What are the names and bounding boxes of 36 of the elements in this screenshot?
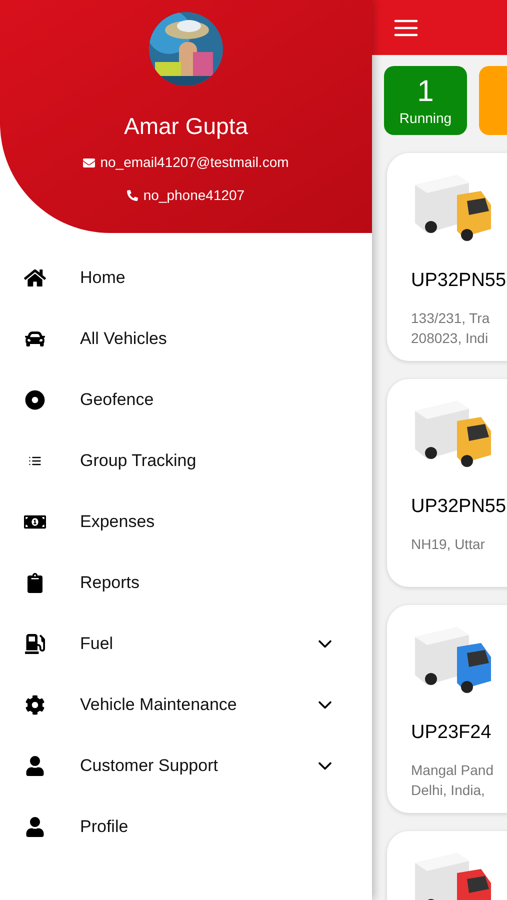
menu-item[interactable]: Group Tracking xyxy=(0,430,372,491)
home-icon xyxy=(24,268,46,288)
vehicle-address: NH19, Uttar xyxy=(411,534,486,554)
vehicle-number: UP23F24 xyxy=(411,721,492,745)
target-icon xyxy=(24,390,46,410)
menu-item[interactable]: Reports xyxy=(0,552,372,613)
vehicle-card[interactable]: UP32PN55 NH19, Uttar xyxy=(387,379,507,587)
vehicle-address: Mangal Pand xyxy=(411,760,495,780)
car-icon xyxy=(24,328,46,348)
vehicle-card[interactable]: UP32PN55 133/231, Tra 208023, Indi xyxy=(387,153,507,361)
menu-item[interactable]: Expenses xyxy=(0,491,372,552)
vehicle-number: UP32PN55 xyxy=(411,269,507,293)
gear-icon xyxy=(24,694,46,714)
menu-item[interactable]: All Vehicles xyxy=(0,308,372,369)
vehicle-card[interactable]: UP23F24 Mangal Pand Delhi, India, xyxy=(387,605,507,813)
vehicle-number: UP32PN55 xyxy=(411,495,507,519)
user-phone: no_phone41207 xyxy=(143,186,245,205)
fuel-pump-icon xyxy=(24,634,46,654)
person-icon xyxy=(24,816,46,836)
menu-item[interactable]: Home xyxy=(0,247,372,308)
menu-item[interactable]: Profile xyxy=(0,796,372,857)
status-tile[interactable]: 1 Running xyxy=(384,66,467,135)
status-count: 1 xyxy=(417,74,434,108)
user-email: no_email41207@testmail.com xyxy=(100,153,289,172)
user-name: Amar Gupta xyxy=(124,112,248,140)
menu-item[interactable]: Geofence xyxy=(0,369,372,430)
person-icon xyxy=(24,756,46,776)
menu-item[interactable]: Customer Support xyxy=(0,735,372,796)
vehicle-address: 133/231, Tra xyxy=(411,308,491,328)
status-label: Running xyxy=(399,108,452,126)
menu-item[interactable]: Vehicle Maintenance xyxy=(0,674,372,735)
phone-icon xyxy=(127,190,138,201)
envelope-icon xyxy=(83,156,96,168)
vehicle-address: Delhi, India, xyxy=(411,780,486,800)
menu-item[interactable]: Fuel xyxy=(0,613,372,674)
vehicle-address: 208023, Indi xyxy=(411,328,490,348)
